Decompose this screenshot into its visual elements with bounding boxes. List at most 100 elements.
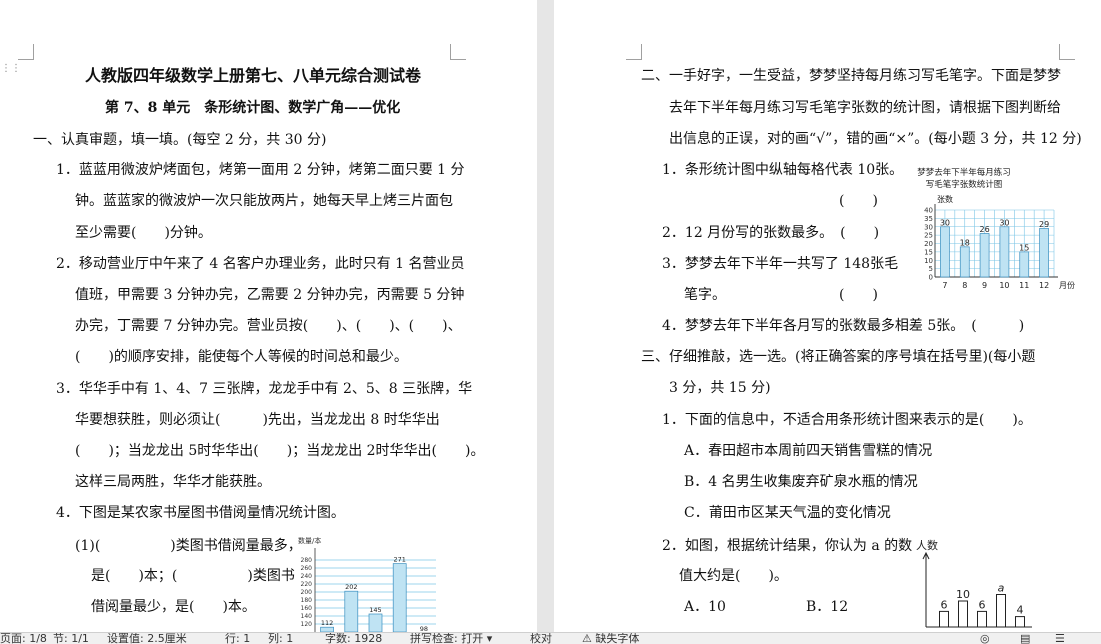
status-missing-font[interactable]: ⚠ 缺失字体 bbox=[582, 633, 639, 644]
y-tick-label: 120 bbox=[301, 621, 313, 628]
question-3-line: 这样三局两胜，华华才能获胜。 bbox=[75, 474, 271, 490]
bar-value-label: 145 bbox=[369, 606, 381, 614]
y-tick-label: 0 bbox=[929, 274, 933, 282]
x-tick-label: 10 bbox=[999, 281, 1009, 290]
y-tick-label: 180 bbox=[301, 597, 313, 604]
section-3-heading: 3 分，共 15 分) bbox=[669, 380, 771, 396]
section-2-heading: 去年下半年每月练习写毛笔字张数的统计图，请根据下图判断给 bbox=[669, 100, 1061, 116]
bar-value-label: 4 bbox=[1017, 604, 1024, 617]
s2-question-3: 3．梦梦去年下半年一共写了 148张毛 bbox=[662, 256, 899, 272]
x-tick-label: 7 bbox=[942, 281, 947, 290]
y-tick-label: 160 bbox=[301, 605, 313, 612]
question-2-line: 值班，甲需要 3 分钟办完，乙需要 2 分钟办完，丙需要 5 分钟 bbox=[75, 287, 465, 303]
question-4a-line: 是( )本；( )类图书 bbox=[91, 568, 295, 584]
section-3-heading: 三、仔细推敲，选一选。(将正确答案的序号填在括号里)(每小题 bbox=[641, 349, 1036, 365]
y-tick-label: 5 bbox=[929, 265, 933, 273]
margin-corner-mark bbox=[18, 44, 34, 60]
s3-question-1: 1．下面的信息中，不适合用条形统计图来表示的是( )。 bbox=[662, 412, 1032, 428]
outline-view-icon[interactable]: ☰ bbox=[1055, 633, 1065, 644]
section-2-heading: 出信息的正误，对的画“√”，错的画“×”。(每小题 3 分，共 12 分) bbox=[669, 131, 1082, 147]
y-axis-label: 张数 bbox=[937, 194, 953, 204]
bar bbox=[1015, 616, 1025, 628]
bar bbox=[940, 226, 950, 278]
bar bbox=[1019, 251, 1030, 278]
calligraphy-pages-bar-chart: 梦梦去年下半年每月练习写毛笔字张数统计图张数051015202530354030… bbox=[917, 167, 1075, 290]
s3-question-2: 值大约是( )。 bbox=[679, 568, 788, 584]
y-tick-label: 20 bbox=[924, 240, 933, 248]
bar-value-label: 29 bbox=[1039, 220, 1049, 229]
y-tick-label: 10 bbox=[924, 257, 933, 265]
s3-option-c: C．莆田市区某天气温的变化情况 bbox=[684, 505, 891, 521]
status-column[interactable]: 列: 1 bbox=[268, 633, 293, 644]
bar-value-label: a bbox=[998, 582, 1005, 595]
chart-title: 写毛笔字张数统计图 bbox=[926, 179, 1003, 190]
bar-value-label: 18 bbox=[960, 238, 970, 247]
status-setting[interactable]: 设置值: 2.5厘米 bbox=[107, 633, 187, 644]
status-section[interactable]: 节: 1/1 bbox=[53, 633, 89, 644]
s2-question-4: 4．梦梦去年下半年各月写的张数最多相差 5张。 ( ) bbox=[662, 318, 1025, 334]
margin-corner-mark bbox=[450, 44, 466, 60]
s2-question-3-paren: ( ) bbox=[839, 287, 878, 303]
bar-value-label: 26 bbox=[979, 225, 989, 234]
y-tick-label: 280 bbox=[301, 557, 313, 564]
people-count-bar-chart: 人数6106a4 bbox=[916, 539, 1032, 628]
y-tick-label: 40 bbox=[924, 207, 933, 215]
status-page[interactable]: 页面: 1/8 bbox=[0, 633, 47, 644]
x-tick-label: 9 bbox=[982, 281, 987, 290]
x-axis-label: 月份 bbox=[1059, 280, 1075, 290]
bar-value-label: 30 bbox=[940, 218, 950, 227]
status-proofread[interactable]: 校对 bbox=[530, 633, 552, 644]
question-2-line: ( )的顺序安排，能使每个人等候的时间总和最少。 bbox=[75, 349, 408, 365]
question-4a-line: (1)( )类图书借阅量最多， bbox=[75, 538, 302, 554]
s3-question-2: 2．如图，根据统计结果，你认为 a 的数 bbox=[662, 538, 913, 554]
drag-handle-icon[interactable]: ⋮⋮ bbox=[1, 64, 21, 80]
question-3-line: 3．华华手中有 1、4、7 三张牌，龙龙手中有 2、5、8 三张牌，华 bbox=[56, 381, 473, 397]
status-word-count[interactable]: 字数: 1928 bbox=[325, 633, 382, 644]
view-icon[interactable]: ◎ bbox=[980, 633, 990, 644]
margin-corner-mark bbox=[1059, 44, 1075, 60]
question-3-line: 华要想获胜，则必须让( )先出，当龙龙出 8 时华华出 bbox=[75, 412, 440, 428]
question-4a-line: 借阅量最少，是( )本。 bbox=[91, 599, 256, 615]
bar-value-label: 6 bbox=[941, 598, 948, 611]
bar bbox=[996, 594, 1006, 628]
status-row[interactable]: 行: 1 bbox=[225, 633, 250, 644]
bar bbox=[1039, 228, 1049, 278]
question-1-line: 至少需要( )分钟。 bbox=[75, 225, 212, 241]
page-view-icon[interactable]: ▤ bbox=[1020, 633, 1030, 644]
bar-value-label: 15 bbox=[1019, 243, 1029, 252]
s2-question-1: 1．条形统计图中纵轴每格代表 10张。 bbox=[662, 162, 904, 178]
y-tick-label: 35 bbox=[924, 215, 933, 223]
status-bar: 页面: 1/8 节: 1/1 设置值: 2.5厘米 行: 1 列: 1 字数: … bbox=[0, 632, 1101, 644]
bar-value-label: 112 bbox=[321, 619, 333, 627]
s2-question-2: 2．12 月份写的张数最多。 ( ) bbox=[662, 225, 880, 241]
s3-q2-option-b: B．12 bbox=[806, 599, 849, 615]
left-page: ⋮⋮ 人教版四年级数学上册第七、八单元综合测试卷 第 7、8 单元 条形统计图、… bbox=[0, 0, 537, 632]
bar-value-label: 6 bbox=[979, 598, 986, 611]
s2-question-3-cont: 笔字。 bbox=[684, 287, 726, 303]
bar-value-label: 30 bbox=[999, 218, 1009, 227]
chart-title: 梦梦去年下半年每月练习 bbox=[917, 167, 1011, 178]
y-tick-label: 220 bbox=[301, 581, 313, 588]
document-title: 人教版四年级数学上册第七、八单元综合测试卷 bbox=[85, 66, 422, 85]
bar bbox=[959, 246, 970, 278]
bar-value-label: 202 bbox=[345, 583, 357, 591]
bar-value-label: 271 bbox=[393, 556, 405, 564]
section-2-heading: 二、一手好字，一生受益，梦梦坚持每月练习写毛笔字。下面是梦梦 bbox=[641, 68, 1061, 84]
question-2-line: 2．移动营业厅中午来了 4 名客户办理业务，此时只有 1 名营业员 bbox=[56, 256, 465, 272]
x-tick-label: 12 bbox=[1039, 281, 1049, 290]
s3-option-a: A．春田超市本周前四天销售雪糕的情况 bbox=[684, 443, 933, 459]
status-spellcheck[interactable]: 拼写检查: 打开 ▾ bbox=[410, 633, 492, 644]
s2-question-1-paren: ( ) bbox=[839, 193, 878, 209]
bar-value-label: 10 bbox=[956, 588, 970, 601]
bar bbox=[979, 233, 990, 278]
library-borrowing-bar-chart: 数量/本 280260240220200180160140120 112 202 145… bbox=[298, 536, 436, 632]
s3-q2-option-a: A．10 bbox=[684, 599, 726, 615]
question-3-line: ( )；当龙龙出 5时华华出( )；当龙龙出 2时华华出( )。 bbox=[75, 443, 485, 459]
x-tick-label: 8 bbox=[962, 281, 967, 290]
y-tick-label: 140 bbox=[301, 613, 313, 620]
bar bbox=[999, 226, 1010, 278]
bar bbox=[939, 610, 949, 628]
bar bbox=[958, 600, 968, 628]
question-1-line: 1．蓝蓝用微波炉烤面包，烤第一面用 2 分钟，烤第二面只要 1 分 bbox=[56, 162, 465, 178]
y-tick-label: 30 bbox=[924, 223, 933, 231]
